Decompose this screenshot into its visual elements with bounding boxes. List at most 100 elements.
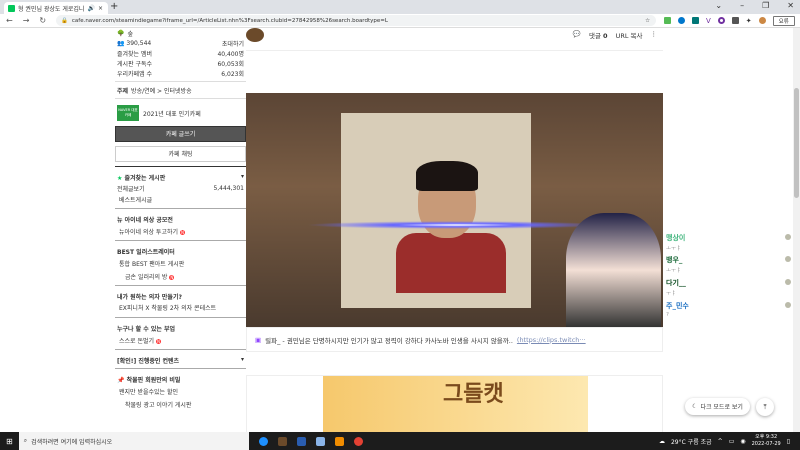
back-button[interactable]: ← bbox=[6, 16, 13, 25]
section-title: 내가 원하는 의자 만들기? bbox=[117, 294, 182, 301]
bookmark-star-icon[interactable]: ☆ bbox=[645, 18, 656, 24]
section-title[interactable]: [확인!] 진행중인 컨텐츠 bbox=[117, 356, 179, 365]
reload-button[interactable]: ↻ bbox=[39, 16, 46, 25]
close-tab-icon[interactable]: × bbox=[98, 5, 103, 12]
chevron-down-icon[interactable]: ▾ bbox=[241, 173, 244, 180]
stat-label: 게시판 구독수 bbox=[117, 60, 153, 68]
weather-text[interactable]: 29°C 구름 조금 bbox=[671, 437, 712, 446]
extensions-puzzle-icon[interactable]: ✦ bbox=[746, 17, 752, 25]
url-text: cafe.naver.com/steamindiegame?iframe_url… bbox=[71, 17, 388, 24]
close-window-button[interactable]: ✕ bbox=[787, 1, 794, 10]
section-title: 뉴 아이네 의상 공모전 bbox=[117, 217, 173, 224]
naver-cafe-icon bbox=[8, 4, 15, 12]
caption-text: 릴파_ - 권민님은 단명하시지만 인기가 많고 정력이 강하다 카사노바 인생… bbox=[265, 336, 513, 345]
chevron-down-icon[interactable]: ▾ bbox=[241, 356, 244, 363]
notification-icon[interactable]: ▯ bbox=[787, 438, 790, 445]
user-badge-icon bbox=[785, 234, 791, 240]
best-posts-link[interactable]: 베스트게시글 bbox=[115, 193, 246, 206]
board-link[interactable]: 착물링 광고 이야기 게시판 bbox=[115, 398, 246, 411]
forward-button[interactable]: → bbox=[23, 16, 30, 25]
new-tab-button[interactable]: + bbox=[110, 1, 118, 12]
board-link[interactable]: 스스로 돈벌기 bbox=[119, 338, 154, 345]
board-link[interactable]: 통합 BEST 팬아트 게시판 bbox=[115, 257, 246, 270]
scrollbar-thumb[interactable] bbox=[794, 88, 799, 198]
comment-icon[interactable]: 💬 bbox=[573, 30, 581, 40]
lock-icon: 🔒 bbox=[61, 17, 68, 24]
extension-v-icon[interactable]: V bbox=[706, 17, 711, 25]
volume-icon[interactable]: ◉ bbox=[740, 438, 745, 445]
comments-label[interactable]: 댓글 bbox=[589, 32, 601, 40]
extension-icon[interactable] bbox=[678, 17, 685, 24]
tab-bar: 형 권민님 광상도 게로깁니 🔊 × + ⌄ – ❐ ✕ bbox=[0, 0, 800, 14]
light-beam bbox=[306, 221, 606, 229]
invite-link[interactable]: 초대하기 bbox=[222, 39, 244, 48]
profile-button[interactable]: 요류 bbox=[772, 15, 795, 26]
cafe-grade: 숲 bbox=[127, 30, 134, 38]
clip-link[interactable]: (https://clips.twitch··· bbox=[517, 336, 586, 344]
post-content: 💬 댓글 0 URL 복사 ⋮ ▣ 릴파_ - 권민님은 단명하시지만 인기가 많고 정… bbox=[246, 28, 663, 435]
board-link[interactable]: EX피니처 X 착물링 2차 의자 콘테스트 bbox=[115, 302, 246, 315]
user-badge-icon bbox=[785, 256, 791, 262]
twitch-icon: ▣ bbox=[255, 335, 262, 344]
extension-icon[interactable] bbox=[731, 17, 739, 24]
taskbar-search[interactable]: ⌕ 검색하려면 여기에 입력하십시오 bbox=[18, 432, 249, 450]
topic-label: 주제 bbox=[117, 87, 129, 95]
scrollbar[interactable] bbox=[793, 28, 800, 432]
network-icon[interactable]: ▭ bbox=[729, 438, 735, 445]
minecraft-icon[interactable] bbox=[277, 436, 287, 446]
dark-mode-button[interactable]: ☾ 다크 모드로 보기 bbox=[685, 398, 750, 415]
minimize-button[interactable]: – bbox=[740, 1, 744, 10]
write-post-button[interactable]: 카페 글쓰기 bbox=[115, 126, 246, 142]
board-link[interactable]: 뉴아이네 의상 투고하기 bbox=[119, 229, 178, 236]
more-icon[interactable]: ⋮ bbox=[651, 30, 658, 40]
address-bar: ← → ↻ 🔒 cafe.naver.com/steamindiegame?ifram… bbox=[0, 14, 800, 28]
windows-start-icon[interactable]: ⊞ bbox=[6, 437, 13, 446]
url-input[interactable]: 🔒 cafe.naver.com/steamindiegame?iframe_ur… bbox=[56, 15, 656, 26]
app-icon[interactable] bbox=[315, 436, 325, 446]
date: 2022-07-29 bbox=[751, 441, 781, 447]
edge-icon[interactable] bbox=[258, 436, 268, 446]
tray-chevron-icon[interactable]: ^ bbox=[718, 438, 723, 445]
avatar[interactable] bbox=[758, 17, 766, 24]
browser-tab[interactable]: 형 권민님 광상도 게로깁니 🔊 × bbox=[4, 2, 108, 14]
star-icon: ★ bbox=[117, 175, 123, 182]
new-badge: N bbox=[179, 230, 185, 235]
scroll-top-button[interactable]: ⤒ bbox=[756, 398, 774, 416]
url-copy-button[interactable]: URL 복사 bbox=[616, 30, 643, 40]
chat-message: ㅗㅜㅑ bbox=[666, 268, 682, 274]
cafe-chat-button[interactable]: 카페 채팅 bbox=[115, 146, 246, 162]
board-link[interactable]: 금손 일러리의 방 bbox=[125, 274, 167, 281]
ad-banner[interactable]: 그들캣 bbox=[323, 376, 588, 433]
pin-icon: 📌 bbox=[117, 377, 125, 384]
app-v-icon[interactable] bbox=[296, 436, 306, 446]
dark-mode-label: 다크 모드로 보기 bbox=[700, 404, 743, 411]
chrome-icon[interactable] bbox=[353, 436, 363, 446]
maximize-button[interactable]: ❐ bbox=[762, 1, 769, 10]
extension-icon[interactable] bbox=[664, 17, 671, 24]
comments-count: 0 bbox=[603, 32, 608, 40]
tab-search-icon[interactable]: ⌄ bbox=[715, 1, 722, 10]
search-placeholder: 검색하려면 여기에 입력하십시오 bbox=[31, 438, 113, 446]
section-title: 착물핀 회원만의 비밀 bbox=[126, 377, 181, 384]
weather-icon: ☁ bbox=[658, 437, 665, 445]
naver-award-badge: NAVER 대표카페 bbox=[117, 105, 139, 121]
board-link[interactable]: 왠지만 받을수있는 할인 bbox=[115, 385, 246, 398]
extension-icon[interactable] bbox=[692, 17, 699, 24]
members-icon: 👥 bbox=[117, 39, 125, 47]
user-badge-icon bbox=[785, 279, 791, 285]
page-margin bbox=[0, 28, 115, 432]
clip-caption: ▣ 릴파_ - 권민님은 단명하시지만 인기가 많고 정력이 강하다 카사노바 인… bbox=[246, 327, 663, 352]
tab-title: 형 권민님 광상도 게로깁니 bbox=[18, 5, 85, 13]
audio-icon[interactable]: 🔊 bbox=[87, 5, 94, 12]
chat-panel: 맹상이 ㅗㅜㅑ 뱅우_ ㅗㅜㅑ 다기__ ㅜㅑ 주_민수 ? ☾ 다크 모드로 보… bbox=[663, 28, 793, 432]
chat-username: 뱅우_ bbox=[666, 256, 683, 264]
avatar-shirt bbox=[396, 233, 506, 293]
extension-icon[interactable] bbox=[717, 17, 725, 24]
favorites-title[interactable]: 즐겨찾는 게시판 bbox=[124, 175, 165, 182]
video-player[interactable] bbox=[246, 93, 663, 327]
app-icon[interactable] bbox=[334, 436, 344, 446]
all-posts-link[interactable]: 전체글보기 bbox=[117, 184, 145, 193]
moon-icon: ☾ bbox=[692, 403, 698, 410]
clock[interactable]: 오후 9:32 2022-07-29 bbox=[752, 434, 781, 448]
topic-link[interactable]: 방송/연예 > 인터넷방송 bbox=[131, 86, 192, 95]
